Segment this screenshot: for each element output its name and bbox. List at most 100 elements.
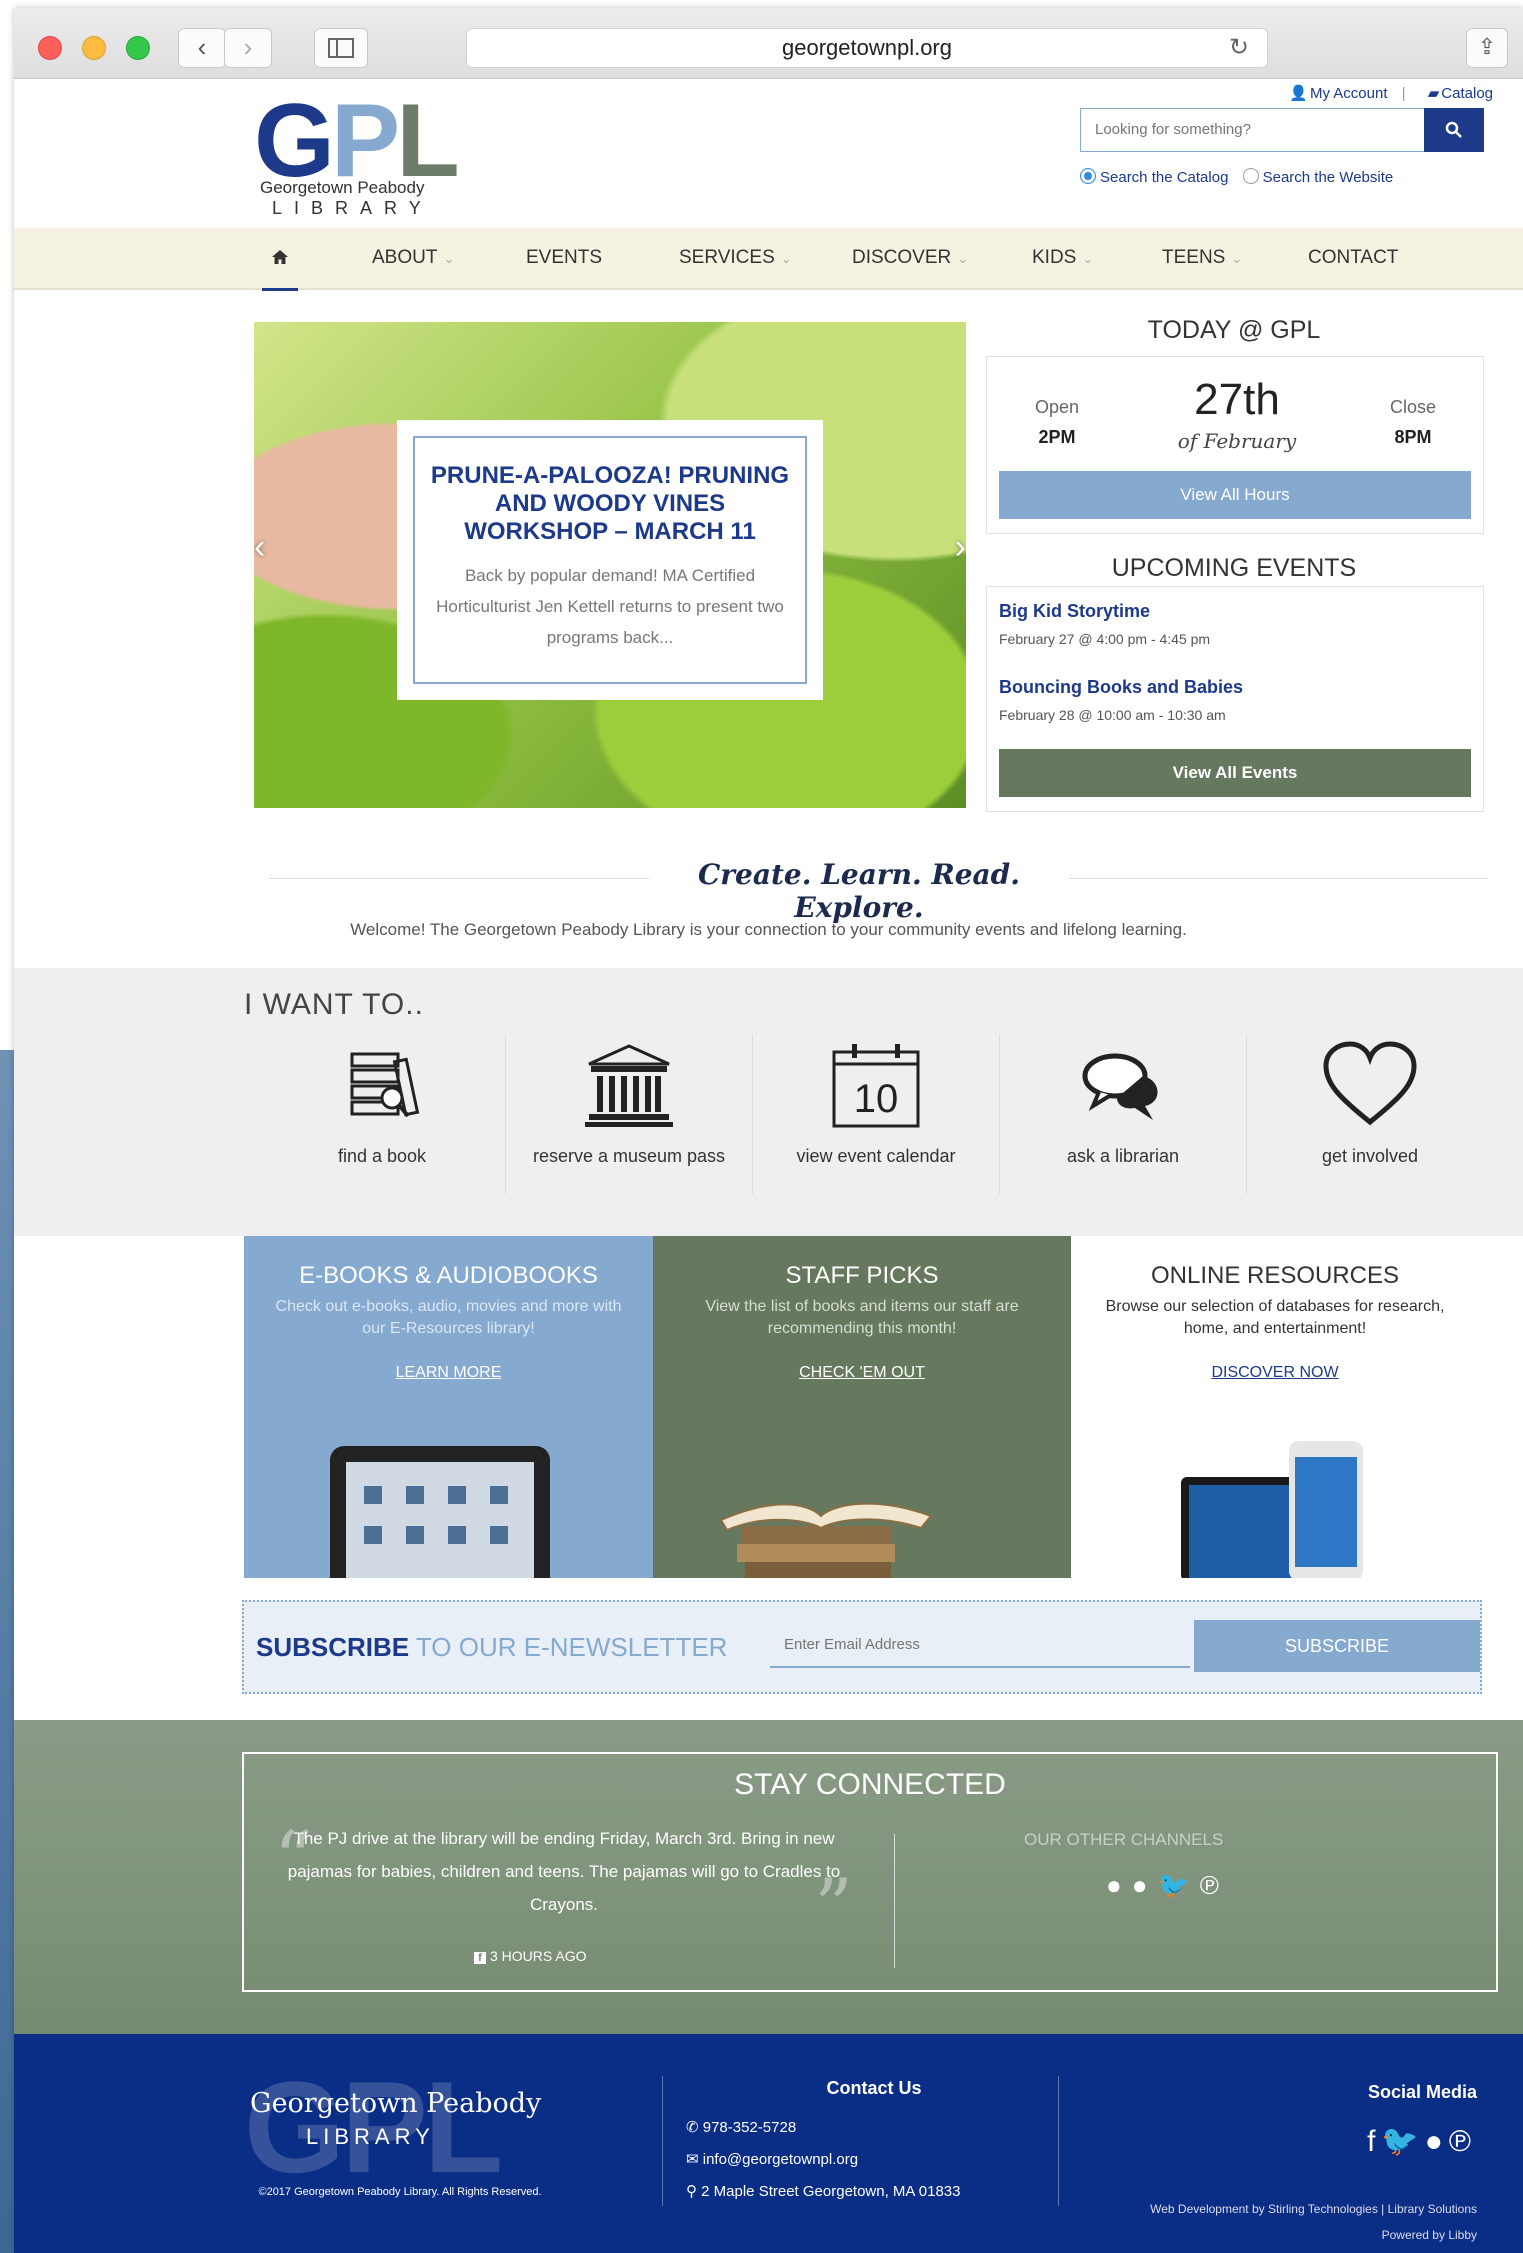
nav-discover[interactable]: DISCOVER ⌄ bbox=[852, 228, 968, 288]
browser-window: ‹ › georgetownpl.org ↻ ⇪ GPL Georgetown … bbox=[14, 8, 1523, 2253]
twitter-icon[interactable]: 🐦 bbox=[1157, 1870, 1199, 1900]
footer-phone[interactable]: ✆ 978-352-5728 bbox=[686, 2118, 796, 2136]
share-button[interactable]: ⇪ bbox=[1466, 28, 1508, 68]
nav-contact[interactable]: CONTACT bbox=[1308, 228, 1398, 288]
tile-label: find a book bbox=[337, 1146, 427, 1166]
footer-divider bbox=[1058, 2076, 1059, 2206]
facebook-icon[interactable]: f bbox=[1367, 2125, 1381, 2158]
learn-more-link[interactable]: LEARN MORE bbox=[244, 1364, 653, 1382]
tile-label: reserve a museum pass bbox=[532, 1146, 726, 1166]
social-heading: Social Media bbox=[1367, 2082, 1477, 2102]
tile-reserve-museum-pass[interactable]: reserve a museum pass bbox=[506, 1034, 752, 1188]
promo-title: E-BOOKS & AUDIOBOOKS bbox=[299, 1262, 598, 1289]
flickr-icon[interactable]: ● bbox=[1425, 2125, 1449, 2158]
footer-library-name: Georgetown Peabody bbox=[250, 2088, 542, 2119]
discover-now-link[interactable]: DISCOVER NOW bbox=[1071, 1364, 1479, 1382]
channel-icons: ●●🐦℗ bbox=[1106, 1870, 1229, 1901]
today-month: of February bbox=[1177, 429, 1297, 453]
forward-button[interactable]: › bbox=[224, 28, 272, 68]
reload-icon[interactable]: ↻ bbox=[1229, 29, 1249, 67]
site-logo[interactable]: GPL Georgetown Peabody LIBRARY bbox=[254, 83, 494, 228]
user-icon: 👤 bbox=[1289, 85, 1308, 102]
close-window-button[interactable] bbox=[38, 36, 62, 60]
chevron-down-icon: ⌄ bbox=[1231, 251, 1243, 266]
promo-text: Browse our selection of databases for re… bbox=[1105, 1298, 1445, 1337]
search-box bbox=[1080, 108, 1429, 152]
nav-events[interactable]: EVENTS bbox=[526, 228, 602, 288]
powered-by[interactable]: Powered by Libby bbox=[1150, 2222, 1477, 2248]
stay-divider bbox=[894, 1834, 895, 1968]
today-date: 27th bbox=[1194, 375, 1280, 424]
tile-find-a-book[interactable]: find a book bbox=[259, 1034, 505, 1188]
chevron-right-icon: › bbox=[243, 32, 253, 62]
radio-website[interactable] bbox=[1242, 168, 1259, 184]
nav-kids[interactable]: KIDS ⌄ bbox=[1032, 228, 1093, 288]
subscribe-button[interactable]: SUBSCRIBE bbox=[1194, 1620, 1480, 1672]
url-text: georgetownpl.org bbox=[781, 35, 952, 60]
flickr-icon[interactable]: ●● bbox=[1106, 1870, 1157, 1900]
twitter-icon[interactable]: 🐦 bbox=[1381, 2125, 1424, 2158]
slider-next-arrow[interactable]: › bbox=[955, 528, 966, 567]
footer-credit: Web Development by Stirling Technologies… bbox=[1150, 2196, 1477, 2248]
logo-library: LIBRARY bbox=[272, 198, 433, 218]
promo-title: STAFF PICKS bbox=[785, 1262, 939, 1289]
newsletter-bar: SUBSCRIBE TO OUR E-NEWSLETTER SUBSCRIBE bbox=[242, 1600, 1482, 1694]
search-button[interactable] bbox=[1424, 108, 1484, 152]
slider-prev-arrow[interactable]: ‹ bbox=[254, 528, 265, 567]
pinterest-icon[interactable]: ℗ bbox=[1200, 1870, 1229, 1900]
radio-website-label: Search the Website bbox=[1262, 169, 1394, 186]
radio-catalog[interactable] bbox=[1080, 168, 1096, 184]
footer-email[interactable]: ✉ info@georgetownpl.org bbox=[686, 2150, 858, 2168]
search-input[interactable] bbox=[1081, 109, 1429, 149]
map-pin-icon: ⚲ bbox=[686, 2183, 702, 2200]
newsletter-title: SUBSCRIBE TO OUR E-NEWSLETTER bbox=[256, 1632, 728, 1662]
address-bar[interactable]: georgetownpl.org ↻ bbox=[466, 28, 1268, 68]
catalog-link[interactable]: Catalog bbox=[1441, 85, 1493, 102]
credit-line[interactable]: Web Development by Stirling Technologies… bbox=[1150, 2196, 1477, 2222]
radio-catalog-label: Search the Catalog bbox=[1100, 169, 1229, 186]
home-icon bbox=[272, 250, 288, 264]
my-account-link[interactable]: My Account bbox=[1310, 85, 1388, 102]
pinterest-icon[interactable]: ℗ bbox=[1449, 2125, 1477, 2158]
search-scope: Search the Catalog Search the Website bbox=[1080, 168, 1393, 186]
desktop-backdrop bbox=[0, 1050, 14, 2253]
chevron-down-icon: ⌄ bbox=[1082, 251, 1094, 266]
other-channels-label: OUR OTHER CHANNELS bbox=[1024, 1830, 1224, 1849]
slide-card[interactable]: PRUNE-A-PALOOZA! PRUNING AND WOODY VINES… bbox=[397, 420, 823, 700]
sidebar-toggle-button[interactable] bbox=[314, 28, 368, 68]
tile-ask-a-librarian[interactable]: ask a librarian bbox=[1000, 1034, 1246, 1188]
tablet-image bbox=[330, 1446, 550, 1578]
facebook-icon: f bbox=[474, 1952, 486, 1964]
sidebar-icon bbox=[328, 38, 354, 58]
zoom-window-button[interactable] bbox=[126, 36, 150, 60]
calendar-icon: 10 bbox=[832, 1044, 920, 1128]
promo-title: ONLINE RESOURCES bbox=[1150, 1262, 1400, 1289]
email-field[interactable] bbox=[770, 1622, 1190, 1668]
view-all-hours-button[interactable]: View All Hours bbox=[999, 471, 1471, 519]
site-footer: GPL Georgetown Peabody LIBRARY ©2017 Geo… bbox=[14, 2034, 1523, 2253]
close-quote-icon: ” bbox=[814, 1862, 853, 1951]
tile-get-involved[interactable]: get involved bbox=[1247, 1034, 1493, 1188]
nav-teens[interactable]: TEENS ⌄ bbox=[1162, 228, 1242, 288]
slide-card-frame: PRUNE-A-PALOOZA! PRUNING AND WOODY VINES… bbox=[413, 436, 807, 684]
nav-about[interactable]: ABOUT ⌄ bbox=[372, 228, 454, 288]
minimize-window-button[interactable] bbox=[82, 36, 106, 60]
view-all-events-button[interactable]: View All Events bbox=[999, 749, 1471, 797]
calendar-number: 10 bbox=[854, 1077, 899, 1121]
event-title-link[interactable]: Big Kid Storytime bbox=[999, 601, 1150, 622]
tile-view-event-calendar[interactable]: 10 view event calendar bbox=[753, 1034, 999, 1188]
hero-slider[interactable]: PRUNE-A-PALOOZA! PRUNING AND WOODY VINES… bbox=[254, 322, 966, 808]
events-heading: UPCOMING EVENTS bbox=[1111, 554, 1357, 582]
phone-icon: ✆ bbox=[686, 2119, 703, 2136]
check-em-out-link[interactable]: CHECK 'EM OUT bbox=[653, 1364, 1071, 1382]
chevron-down-icon: ⌄ bbox=[443, 251, 455, 266]
promo-text: View the list of books and items our sta… bbox=[705, 1298, 1019, 1337]
event-title-link[interactable]: Bouncing Books and Babies bbox=[999, 677, 1243, 698]
chevron-down-icon: ⌄ bbox=[780, 251, 792, 266]
nav-home[interactable] bbox=[262, 228, 298, 291]
nav-services[interactable]: SERVICES ⌄ bbox=[679, 228, 792, 288]
footer-divider bbox=[662, 2076, 663, 2206]
chat-bubbles-icon bbox=[1082, 1053, 1158, 1120]
contact-heading: Contact Us bbox=[826, 2078, 922, 2098]
back-button[interactable]: ‹ bbox=[178, 28, 226, 68]
